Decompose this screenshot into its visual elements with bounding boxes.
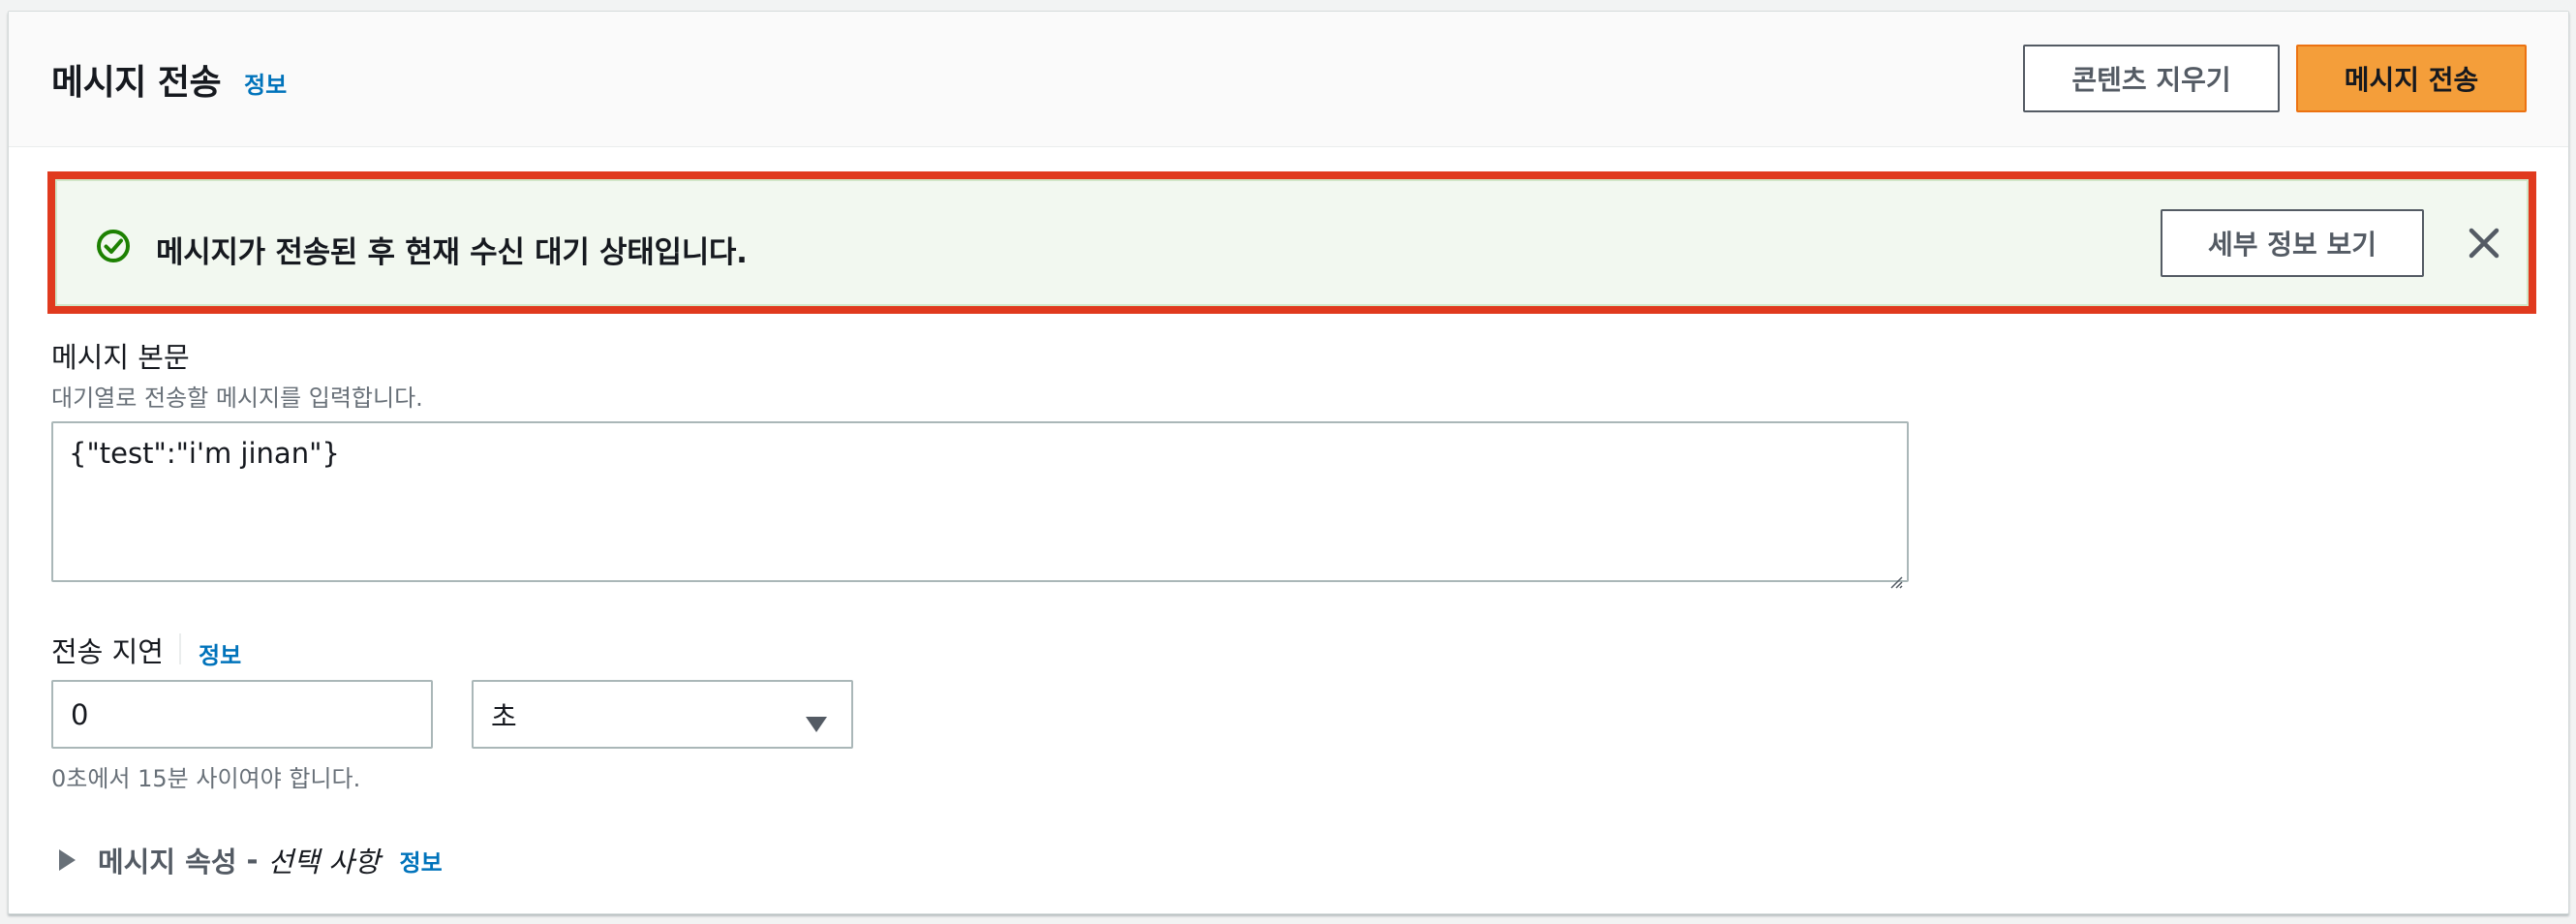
message-body-textarea[interactable]: {"test":"i'm jinan"} xyxy=(51,421,1909,589)
delivery-delay-input[interactable]: 0 xyxy=(51,680,433,749)
success-flashbar: 메시지가 전송된 후 현재 수신 대기 상태입니다. 세부 정보 보기 xyxy=(55,179,2529,306)
view-details-button[interactable]: 세부 정보 보기 xyxy=(2161,209,2424,277)
resize-grip-icon[interactable] xyxy=(1889,563,1903,589)
message-body-description: 대기열로 전송할 메시지를 입력합니다. xyxy=(51,385,423,412)
clear-content-button[interactable]: 콘텐츠 지우기 xyxy=(2023,45,2280,112)
delivery-delay-label: 전송 지연 xyxy=(51,635,164,668)
check-circle-icon xyxy=(96,229,131,263)
panel-title: 메시지 전송 xyxy=(51,63,222,103)
caret-down-icon xyxy=(805,707,828,732)
flash-highlight-outline: 메시지가 전송된 후 현재 수신 대기 상태입니다. 세부 정보 보기 xyxy=(47,171,2536,314)
delay-unit-value: 초 xyxy=(491,699,517,733)
header-info-link[interactable]: 정보 xyxy=(244,66,287,100)
close-icon[interactable] xyxy=(2465,224,2503,262)
delay-unit-select[interactable]: 초 xyxy=(472,680,853,749)
flash-message: 메시지가 전송된 후 현재 수신 대기 상태입니다. xyxy=(156,235,748,270)
attributes-info-link[interactable]: 정보 xyxy=(400,844,443,878)
message-body-label: 메시지 본문 xyxy=(51,341,190,374)
expander-separator: - xyxy=(246,844,259,877)
send-message-button[interactable]: 메시지 전송 xyxy=(2296,45,2527,112)
message-attributes-expander[interactable]: 메시지 속성 - 선택 사항 정보 xyxy=(57,840,443,880)
delivery-delay-constraint: 0초에서 15분 사이여야 합니다. xyxy=(51,765,361,792)
panel-header: 메시지 전송 정보 콘텐츠 지우기 메시지 전송 xyxy=(9,12,2568,147)
message-body-value: {"test":"i'm jinan"} xyxy=(69,437,340,470)
label-divider xyxy=(179,633,181,664)
expander-title: 메시지 속성 xyxy=(98,846,237,878)
delivery-delay-info-link[interactable]: 정보 xyxy=(199,636,241,670)
expander-optional-label: 선택 사항 xyxy=(267,846,381,878)
delivery-delay-value: 0 xyxy=(71,697,89,731)
caret-right-icon xyxy=(57,848,77,872)
send-message-panel: 메시지 전송 정보 콘텐츠 지우기 메시지 전송 메시지가 전송된 후 현재 수… xyxy=(8,11,2569,914)
